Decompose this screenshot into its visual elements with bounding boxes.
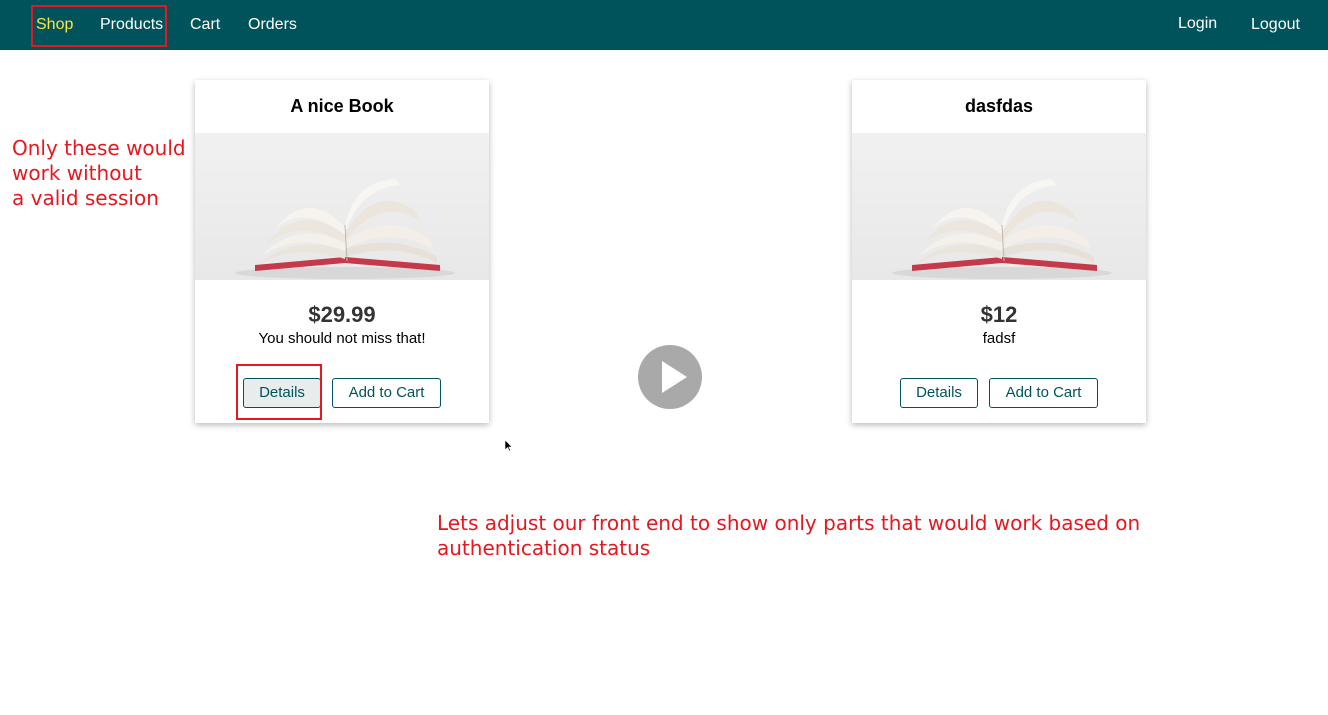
product-title: A nice Book <box>290 96 394 116</box>
nav-link-login[interactable]: Login <box>1178 13 1217 35</box>
main-navbar: Shop Products Cart Orders Login Logout <box>0 0 1328 50</box>
book-image <box>235 179 455 279</box>
annotation-left-note: Only these would work without a valid se… <box>12 136 186 211</box>
product-price: $12 <box>980 302 1018 327</box>
product-image <box>195 133 489 280</box>
annotation-line: work without <box>12 161 142 185</box>
product-description: fadsf <box>982 330 1016 347</box>
book-image <box>892 179 1112 279</box>
mouse-cursor-icon <box>505 440 513 452</box>
product-description: You should not miss that! <box>258 330 426 347</box>
highlight-box-nav <box>31 5 167 47</box>
nav-link-logout[interactable]: Logout <box>1251 14 1300 36</box>
play-button[interactable] <box>638 345 702 409</box>
annotation-line: Lets adjust our front end to show only p… <box>437 511 1141 535</box>
details-button[interactable]: Details <box>900 378 978 408</box>
annotation-line: Only these would <box>12 136 186 160</box>
add-to-cart-button[interactable]: Add to Cart <box>332 378 441 408</box>
nav-link-cart[interactable]: Cart <box>190 14 220 36</box>
product-card: dasfdas $12 fadsf Details Add to Cart <box>852 80 1146 423</box>
product-title: dasfdas <box>964 96 1034 116</box>
highlight-box-details <box>236 364 322 420</box>
product-price: $29.99 <box>308 302 376 327</box>
annotation-line: authentication status <box>437 536 651 560</box>
product-image <box>852 133 1146 280</box>
annotation-line: a valid session <box>12 186 159 210</box>
annotation-bottom-note: Lets adjust our front end to show only p… <box>437 511 1140 561</box>
nav-link-orders[interactable]: Orders <box>248 14 297 36</box>
add-to-cart-button[interactable]: Add to Cart <box>989 378 1098 408</box>
play-icon <box>662 361 687 393</box>
